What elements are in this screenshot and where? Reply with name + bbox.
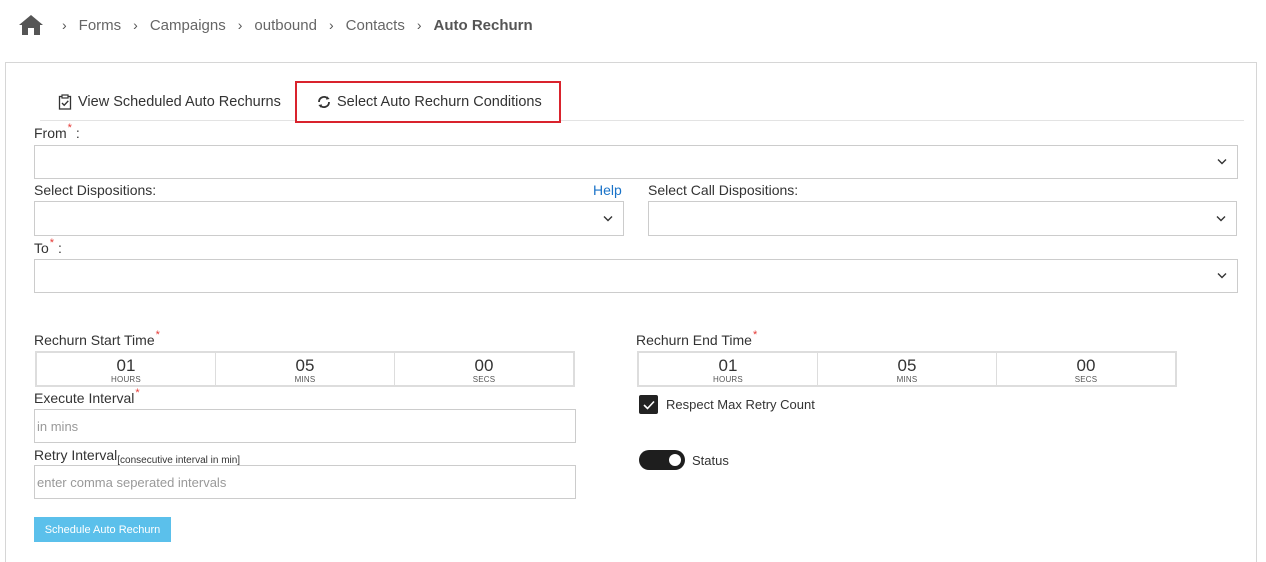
respect-max-retry-checkbox[interactable] [639, 395, 658, 414]
status-toggle[interactable] [639, 450, 685, 470]
select-dispositions-label: Select Dispositions: [34, 182, 157, 198]
breadcrumb-separator: › [133, 17, 138, 33]
from-label-text: From [34, 125, 67, 141]
home-icon[interactable] [18, 14, 44, 36]
retry-interval-label-text: Retry Interval [34, 447, 118, 463]
refresh-icon [318, 96, 330, 108]
rechurn-end-time-label-text: Rechurn End Time [636, 332, 752, 348]
schedule-auto-rechurn-button[interactable]: Schedule Auto Rechurn [34, 517, 171, 542]
end-mins-unit: MINS [896, 375, 918, 384]
check-icon [642, 400, 655, 410]
rechurn-start-time-picker: 01 HOURS 05 MINS 00 SECS [35, 351, 575, 387]
required-mark: * [67, 122, 72, 134]
end-hours-unit: HOURS [713, 375, 743, 384]
tab-select-auto-rechurn-conditions[interactable]: Select Auto Rechurn Conditions [295, 81, 561, 123]
end-secs-value: 00 [1076, 356, 1096, 375]
breadcrumb-forms[interactable]: Forms [79, 17, 122, 34]
start-mins-field[interactable]: 05 MINS [216, 353, 395, 385]
breadcrumb-separator: › [328, 17, 334, 33]
start-hours-field[interactable]: 01 HOURS [37, 353, 216, 385]
rechurn-end-time-picker: 01 HOURS 05 MINS 00 SECS [637, 351, 1177, 387]
breadcrumb-contacts[interactable]: Contacts [346, 17, 405, 34]
required-mark: * [135, 387, 140, 399]
end-mins-field[interactable]: 05 MINS [818, 353, 997, 385]
select-call-dispositions-dropdown[interactable] [648, 201, 1237, 236]
from-label-suffix: : [71, 125, 80, 141]
tab-view-scheduled-label: View Scheduled Auto Rechurns [78, 94, 281, 110]
start-secs-value: 00 [474, 356, 494, 375]
rechurn-start-time-label-text: Rechurn Start Time [34, 332, 155, 348]
end-mins-value: 05 [897, 356, 917, 375]
select-call-dispositions-label: Select Call Dispositions: [648, 182, 799, 198]
chevron-down-icon [603, 215, 613, 221]
execute-interval-label: Execute Interval* [34, 387, 140, 406]
required-mark: * [155, 329, 160, 341]
end-secs-unit: SECS [1074, 375, 1098, 384]
from-select[interactable] [34, 145, 1238, 179]
select-dispositions-dropdown[interactable] [34, 201, 624, 236]
execute-interval-label-text: Execute Interval [34, 390, 135, 406]
start-mins-unit: MINS [294, 375, 316, 384]
start-hours-value: 01 [116, 356, 136, 375]
breadcrumb-current: Auto Rechurn [433, 16, 533, 34]
rechurn-end-time-label: Rechurn End Time* [636, 329, 758, 348]
chevron-down-icon [1217, 273, 1227, 279]
required-mark: * [49, 237, 55, 249]
required-mark: * [752, 329, 758, 341]
to-select[interactable] [34, 259, 1238, 293]
retry-interval-label: Retry Interval[consecutive interval in m… [34, 447, 240, 466]
end-secs-field[interactable]: 00 SECS [997, 353, 1175, 385]
to-label-suffix: : [54, 240, 62, 256]
tab-view-scheduled-auto-rechurns[interactable]: View Scheduled Auto Rechurns [58, 83, 281, 121]
to-label-text: To [34, 240, 49, 256]
clipboard-check-icon [58, 94, 72, 110]
breadcrumb-separator: › [416, 17, 422, 33]
execute-interval-input[interactable]: in mins [34, 409, 576, 443]
breadcrumb-campaigns[interactable]: Campaigns [150, 17, 226, 34]
breadcrumb-separator: › [62, 17, 67, 33]
start-secs-field[interactable]: 00 SECS [395, 353, 573, 385]
tab-bar: View Scheduled Auto Rechurns Select Auto… [40, 81, 1244, 123]
status-label: Status [692, 453, 729, 468]
tab-select-conditions-label: Select Auto Rechurn Conditions [337, 94, 542, 110]
end-hours-value: 01 [718, 356, 738, 375]
to-label: To* : [34, 237, 62, 256]
toggle-knob [669, 454, 681, 466]
chevron-down-icon [1216, 215, 1226, 221]
breadcrumb: › Forms › Campaigns › outbound › Contact… [18, 12, 533, 38]
start-secs-unit: SECS [472, 375, 496, 384]
help-link[interactable]: Help [593, 182, 622, 198]
auto-rechurn-panel: View Scheduled Auto Rechurns Select Auto… [5, 62, 1257, 562]
breadcrumb-outbound[interactable]: outbound [254, 17, 317, 34]
start-hours-unit: HOURS [111, 375, 141, 384]
retry-interval-input[interactable]: enter comma seperated intervals [34, 465, 576, 499]
chevron-down-icon [1217, 159, 1227, 165]
respect-max-retry-label: Respect Max Retry Count [666, 397, 815, 412]
end-hours-field[interactable]: 01 HOURS [639, 353, 818, 385]
rechurn-start-time-label: Rechurn Start Time* [34, 329, 160, 348]
from-label: From* : [34, 122, 80, 141]
breadcrumb-separator: › [237, 17, 243, 33]
start-mins-value: 05 [295, 356, 315, 375]
